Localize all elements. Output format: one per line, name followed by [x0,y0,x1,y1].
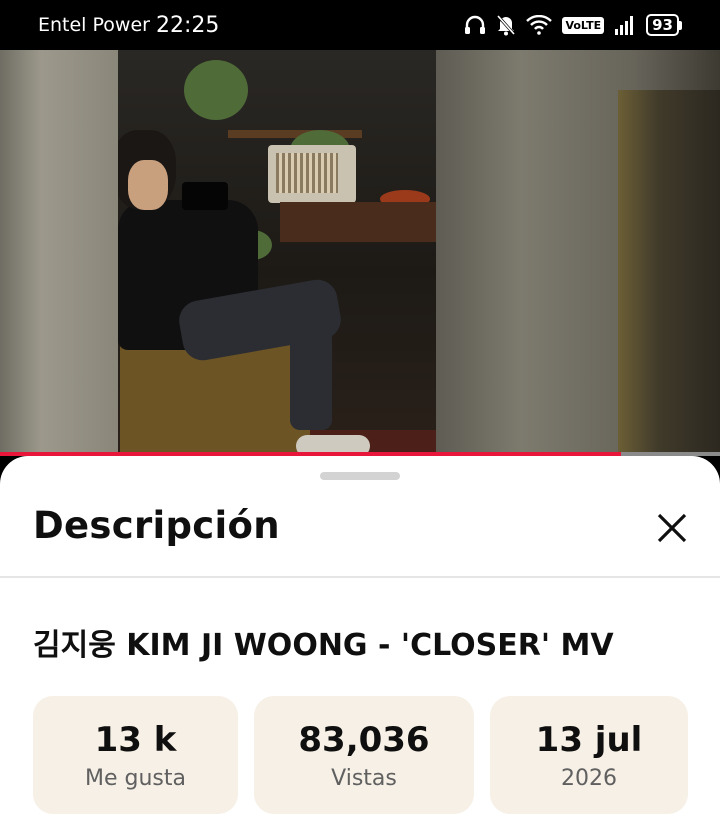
camera [182,182,228,210]
likes-count: 13 k [94,719,177,760]
sheet-title: Descripción [33,504,280,547]
close-button[interactable] [648,506,696,554]
views-stat[interactable]: 83,036 Vistas [254,696,474,814]
bell-off-icon [496,14,516,36]
likes-label: Me gusta [85,765,186,791]
date-stat[interactable]: 13 jul 2026 [490,696,688,814]
publish-year: 2026 [561,765,617,791]
person-face [128,160,168,210]
video-title: 김지웅 KIM JI WOONG - 'CLOSER' MV [33,628,614,663]
plant [184,60,248,120]
video-player[interactable] [0,50,720,455]
likes-stat[interactable]: 13 k Me gusta [33,696,238,814]
status-bar: Entel Power 22:25 VoLTE 93 [0,0,720,50]
person-shin [290,300,332,430]
heater [268,145,356,203]
battery-level: 93 [646,14,679,36]
drag-handle[interactable] [320,472,400,480]
volte-icon: VoLTE [562,16,605,34]
publish-date: 13 jul [535,719,643,760]
headphones-icon [464,15,486,35]
wall-left [0,50,118,455]
description-sheet: Descripción 김지웅 KIM JI WOONG - 'CLOSER' … [0,456,720,821]
views-count: 83,036 [298,719,430,760]
divider [0,576,720,578]
table [280,202,442,242]
wifi-icon [526,15,553,35]
carrier-name: Entel Power [38,14,150,36]
close-icon [656,512,688,549]
status-icons: VoLTE 93 [464,14,682,36]
views-label: Vistas [331,765,397,791]
stats-row: 13 k Me gusta 83,036 Vistas 13 jul 2026 [33,696,688,814]
signal-icon [614,15,636,35]
battery-tip [679,20,682,30]
clock: 22:25 [155,12,220,38]
picture-frame [618,90,720,455]
battery-icon: 93 [646,14,682,36]
